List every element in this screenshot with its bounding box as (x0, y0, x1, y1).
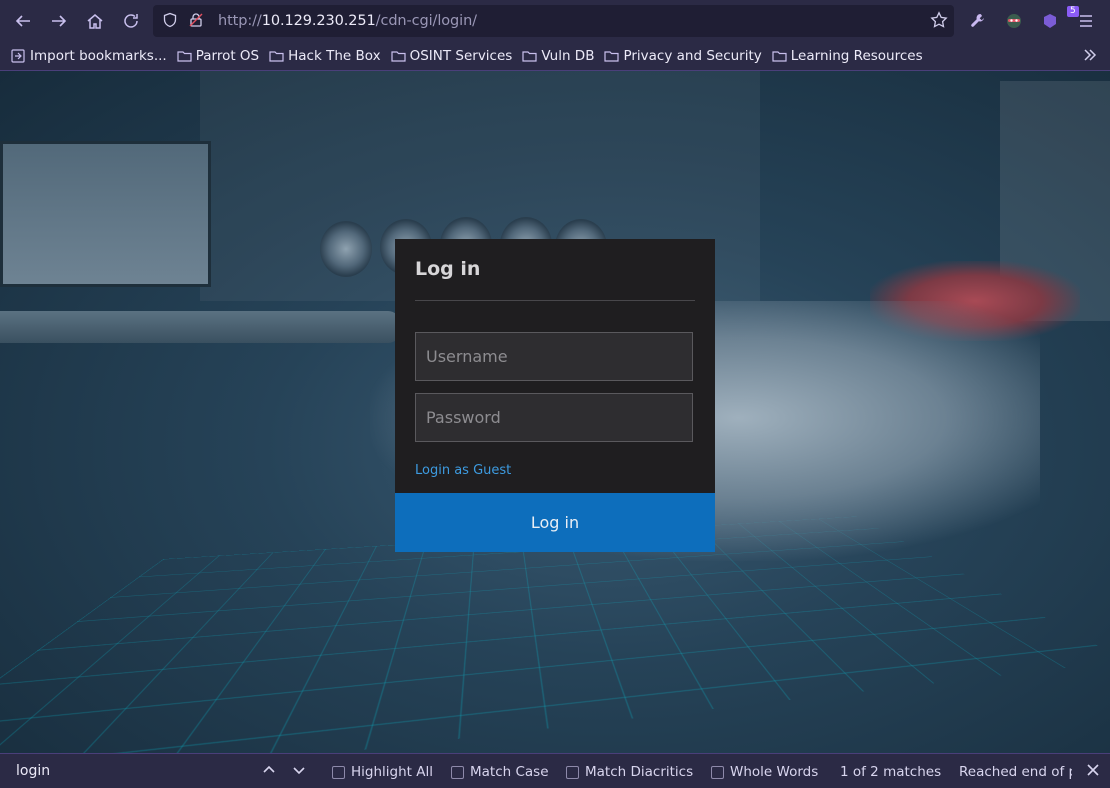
highlight-all-checkbox[interactable]: Highlight All (332, 764, 433, 780)
hamburger-menu-icon (1080, 15, 1092, 27)
home-icon (87, 14, 103, 29)
checkbox-label: Highlight All (351, 764, 433, 780)
bookmark-import[interactable]: Import bookmarks... (11, 48, 167, 64)
close-icon (1087, 764, 1099, 776)
checkbox-box (451, 765, 464, 779)
checkbox-label: Match Diacritics (585, 764, 694, 780)
password-input[interactable] (415, 393, 693, 442)
back-button[interactable] (5, 3, 41, 39)
login-card: Log in Login as Guest Log in (395, 239, 715, 552)
checkbox-box (566, 765, 579, 779)
bookmark-folder-learning-resources[interactable]: Learning Resources (772, 48, 923, 64)
import-icon (11, 49, 25, 63)
wrench-icon (971, 14, 984, 27)
folder-icon (177, 51, 192, 62)
double-chevron-right-icon (1084, 49, 1097, 61)
login-page: Log in Login as Guest Log in (0, 71, 1110, 753)
match-diacritics-checkbox[interactable]: Match Diacritics (566, 764, 693, 780)
insecure-lock-icon[interactable] (188, 12, 206, 30)
find-close-button[interactable] (1086, 763, 1100, 781)
find-next-button[interactable] (292, 763, 306, 781)
find-previous-button[interactable] (262, 763, 276, 781)
bookmark-label: Hack The Box (288, 48, 381, 64)
bookmark-label: Learning Resources (790, 48, 923, 64)
folder-icon (390, 51, 406, 62)
extension-count-badge: 5 (1067, 6, 1079, 17)
bookmark-label: Import bookmarks... (30, 48, 167, 64)
bookmark-folder-hack-the-box[interactable]: Hack The Box (269, 48, 381, 64)
bookmark-folder-parrot-os[interactable]: Parrot OS (177, 48, 259, 64)
find-status-message: Reached end of p (959, 764, 1072, 780)
extension-badge-button[interactable]: 5 (1032, 3, 1079, 39)
url-prefix: http:// (218, 13, 262, 29)
bookmark-label: OSINT Services (409, 48, 513, 64)
login-divider (415, 300, 695, 301)
url-bar[interactable]: http://10.129.230.251/cdn-cgi/login/ (153, 5, 954, 37)
folder-icon (269, 51, 284, 62)
bookmark-folder-osint-services[interactable]: OSINT Services (390, 48, 513, 64)
login-as-guest-link[interactable]: Login as Guest (415, 463, 511, 478)
toolbar-extensions: 5 (960, 3, 1104, 39)
chevron-up-icon (263, 765, 275, 773)
login-submit-button[interactable]: Log in (395, 493, 715, 552)
find-input[interactable] (6, 758, 250, 784)
url-text[interactable]: http://10.129.230.251/cdn-cgi/login/ (218, 13, 477, 29)
forward-arrow-icon (52, 15, 67, 27)
username-input[interactable] (415, 332, 693, 381)
home-button[interactable] (77, 3, 113, 39)
find-match-count: 1 of 2 matches (840, 764, 942, 780)
whole-words-checkbox[interactable]: Whole Words (711, 764, 818, 780)
hacker-mask-icon (1007, 14, 1021, 28)
folder-icon (772, 51, 787, 62)
find-bar: Highlight All Match Case Match Diacritic… (0, 753, 1110, 788)
bookmarks-toolbar: Import bookmarks... Parrot OS Hack The B… (0, 42, 1110, 71)
folder-icon (604, 51, 620, 62)
bookmark-label: Privacy and Security (623, 48, 762, 64)
hacker-extension-button[interactable] (996, 3, 1032, 39)
match-case-checkbox[interactable]: Match Case (451, 764, 549, 780)
reload-button[interactable] (113, 3, 149, 39)
bookmark-folder-privacy-security[interactable]: Privacy and Security (604, 48, 762, 64)
checkbox-box (711, 765, 724, 779)
reload-icon (124, 14, 138, 28)
bookmark-label: Vuln DB (541, 48, 595, 64)
login-title: Log in (415, 258, 481, 280)
url-host: 10.129.230.251 (261, 13, 376, 29)
background-showroom-screen (0, 141, 211, 287)
chevron-down-icon (293, 767, 305, 775)
background-wheel (320, 221, 372, 277)
folder-icon (522, 51, 537, 62)
checkbox-label: Match Case (470, 764, 549, 780)
tracking-shield-icon[interactable] (162, 12, 180, 30)
browser-toolbar: http://10.129.230.251/cdn-cgi/login/ 5 (0, 0, 1110, 42)
forward-button[interactable] (41, 3, 77, 39)
bookmark-folder-vuln-db[interactable]: Vuln DB (522, 48, 594, 64)
background-shelf (0, 311, 400, 343)
url-path: /cdn-cgi/login/ (375, 13, 477, 29)
bookmarks-overflow-button[interactable] (1082, 47, 1098, 67)
checkbox-label: Whole Words (730, 764, 819, 780)
back-arrow-icon (15, 15, 30, 27)
bookmark-star-icon[interactable] (930, 11, 948, 33)
wrench-button[interactable] (960, 3, 996, 39)
checkbox-box (332, 765, 345, 779)
extension-cube-icon (1044, 14, 1056, 28)
bookmark-label: Parrot OS (195, 48, 260, 64)
